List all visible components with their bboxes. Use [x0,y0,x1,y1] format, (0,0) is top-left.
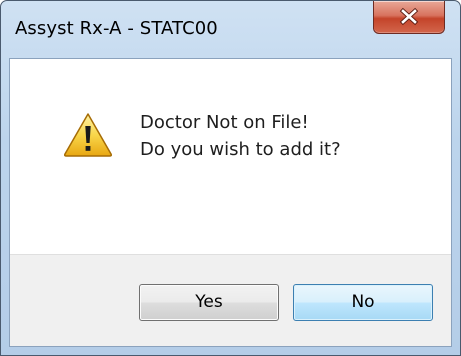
close-icon [399,7,419,26]
dialog-content: Doctor Not on File! Do you wish to add i… [9,58,452,347]
no-button[interactable]: No [293,284,433,321]
message-line-1: Doctor Not on File! [140,112,309,133]
button-bar: Yes No [10,254,451,346]
message-area: Doctor Not on File! Do you wish to add i… [10,59,451,254]
window-title: Assyst Rx-A - STATC00 [15,18,218,39]
yes-button[interactable]: Yes [139,284,279,321]
dialog-window: Assyst Rx-A - STATC00 Doctor Not on File… [0,0,461,356]
close-button[interactable] [373,1,445,34]
title-bar[interactable]: Assyst Rx-A - STATC00 [1,1,460,59]
message-line-2: Do you wish to add it? [140,139,341,160]
warning-icon [63,113,113,157]
